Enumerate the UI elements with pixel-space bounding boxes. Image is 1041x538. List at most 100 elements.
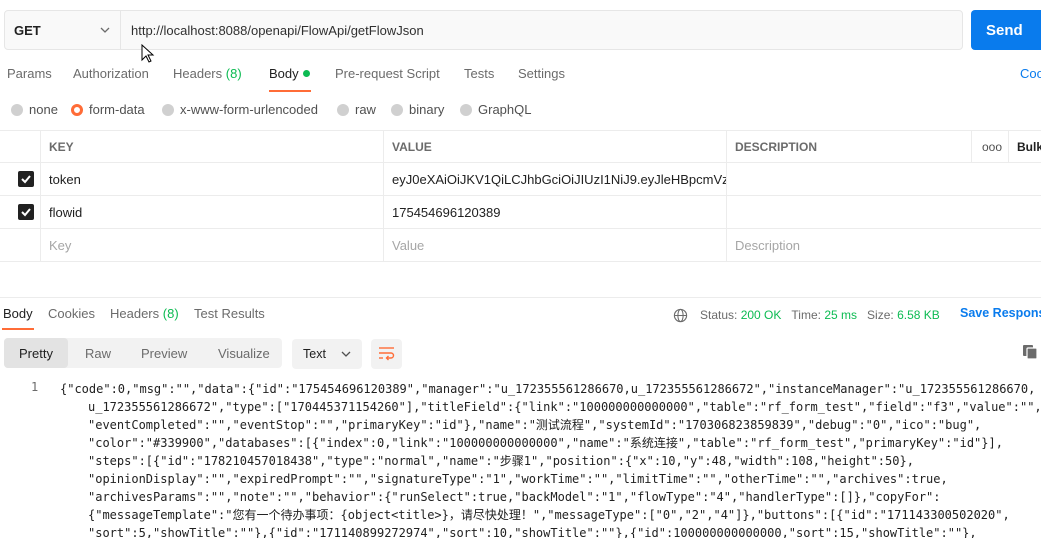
size-value: 6.58 KB (897, 308, 940, 322)
more-options-icon[interactable]: ooo (971, 131, 1008, 163)
table-row: flowid 175454696120389 (0, 196, 1041, 229)
send-button[interactable]: Send (971, 10, 1041, 50)
row-key[interactable]: token (40, 163, 383, 195)
radio-label: binary (409, 102, 445, 117)
line-number: 1 (31, 380, 39, 394)
radio-x-www-form-urlencoded[interactable]: x-www-form-urlencoded (162, 102, 318, 117)
key-header: KEY (40, 131, 383, 163)
radio-raw[interactable]: raw (337, 102, 376, 117)
description-placeholder[interactable]: Description (726, 229, 1041, 261)
request-tabs: Params Authorization Headers (8) Body Pr… (0, 66, 1041, 92)
view-visualize-button[interactable]: Visualize (218, 338, 270, 368)
status-label: Status: (700, 308, 738, 322)
tab-pre-request-script[interactable]: Pre-request Script (335, 66, 440, 81)
row-value[interactable]: eyJ0eXAiOiJKV1QiLCJhbGciOiJIUzI1NiJ9.eyJ… (383, 163, 726, 195)
radio-circle (337, 103, 349, 116)
radio-circle-selected (71, 103, 83, 116)
time-value: 25 ms (824, 308, 858, 322)
tab-params[interactable]: Params (7, 66, 52, 81)
status-value: 200 OK (740, 308, 782, 322)
check-icon (21, 208, 31, 217)
radio-form-data[interactable]: form-data (71, 102, 145, 117)
save-response-button[interactable]: Save Respons (960, 306, 1041, 320)
tab-tests[interactable]: Tests (464, 66, 494, 81)
tab-label: Tests (464, 66, 495, 81)
tab-label: Settings (518, 66, 565, 81)
code-line: "color":"#339900","databases":[{"index":… (88, 436, 1003, 450)
headers-count: (8) (162, 306, 179, 321)
code-line: "steps":[{"id":"178210457018438","type":… (88, 454, 914, 468)
code-line: "archivesParams":"","note":"","behavior"… (88, 490, 941, 504)
tab-settings[interactable]: Settings (518, 66, 565, 81)
cookies-link[interactable]: Coo (1020, 66, 1041, 81)
chevron-down-icon (341, 351, 351, 357)
tab-label: Authorization (73, 66, 149, 81)
code-line: {"code":0,"msg":"","data":{"id":"1754546… (60, 382, 1036, 396)
row-description[interactable] (726, 163, 1041, 195)
active-dot-icon (302, 70, 310, 77)
tab-label: Headers (173, 66, 223, 81)
tab-headers[interactable]: Headers (8) (173, 66, 242, 81)
row-checkbox[interactable] (18, 204, 34, 220)
value-header: VALUE (383, 131, 726, 163)
value-placeholder[interactable]: Value (383, 229, 726, 261)
radio-circle (391, 103, 403, 116)
view-preview-button[interactable]: Preview (141, 338, 187, 368)
row-key[interactable]: flowid (40, 196, 383, 228)
code-line: "opinionDisplay":"","expiredPrompt":"","… (88, 472, 948, 486)
tab-body[interactable]: Body (269, 66, 310, 81)
copy-icon[interactable] (1022, 344, 1038, 360)
time-label: Time: (791, 308, 821, 322)
tab-response-headers[interactable]: Headers (8) (110, 306, 179, 321)
radio-circle (162, 103, 174, 116)
check-icon (21, 175, 31, 184)
radio-label: none (29, 102, 58, 117)
description-header: DESCRIPTION (726, 131, 971, 163)
radio-circle (11, 103, 23, 116)
view-raw-button[interactable]: Raw (85, 338, 111, 368)
headers-count: (8) (225, 66, 242, 81)
code-line: "eventCompleted":"","eventStop":"","prim… (88, 418, 982, 432)
radio-label: GraphQL (478, 102, 532, 117)
table-row: token eyJ0eXAiOiJKV1QiLCJhbGciOiJIUzI1Ni… (0, 163, 1041, 196)
table-header-row: KEY VALUE DESCRIPTION ooo Bulk (0, 130, 1041, 163)
mouse-cursor-icon (141, 44, 155, 63)
method-select[interactable]: GET (5, 11, 121, 49)
tab-authorization[interactable]: Authorization (73, 66, 149, 81)
radio-binary[interactable]: binary (391, 102, 444, 117)
size-label: Size: (867, 308, 894, 322)
method-label: GET (14, 22, 41, 38)
format-label: Text (303, 347, 326, 361)
tab-cookies[interactable]: Cookies (48, 306, 95, 321)
row-value[interactable]: 175454696120389 (383, 196, 726, 228)
chevron-down-icon (100, 27, 110, 33)
tab-test-results[interactable]: Test Results (194, 306, 265, 321)
wrap-lines-button[interactable] (371, 339, 402, 369)
row-checkbox[interactable] (18, 171, 34, 187)
divider (0, 297, 1041, 298)
view-pretty-button[interactable]: Pretty (4, 338, 68, 368)
code-line: {"messageTemplate":"您有一个待办事项：{object<tit… (88, 508, 1010, 522)
row-description[interactable] (726, 196, 1041, 228)
tab-label: Params (7, 66, 52, 81)
tab-label: Headers (110, 306, 160, 321)
code-line: "sort":5,"showTitle":""},{"id":"17114089… (88, 526, 977, 538)
body-type-radios: none form-data x-www-form-urlencoded raw… (0, 102, 600, 120)
radio-label: x-www-form-urlencoded (180, 102, 318, 117)
table-row-empty: Key Value Description (0, 229, 1041, 262)
radio-label: raw (355, 102, 376, 117)
radio-none[interactable]: none (11, 102, 58, 117)
radio-graphql[interactable]: GraphQL (460, 102, 531, 117)
code-line: u_172355561286672","type":["170445371154… (88, 400, 1041, 414)
tab-label: Pre-request Script (335, 66, 440, 81)
tab-response-body[interactable]: Body (3, 306, 33, 321)
radio-circle (460, 103, 472, 116)
key-placeholder[interactable]: Key (40, 229, 383, 261)
url-input[interactable]: http://localhost:8088/openapi/FlowApi/ge… (121, 11, 424, 49)
active-tab-underline (269, 90, 311, 92)
tab-label: Body (269, 66, 299, 81)
format-select[interactable]: Text (292, 339, 362, 369)
globe-icon[interactable] (673, 308, 688, 323)
view-mode-toggle: Pretty Raw Preview Visualize (4, 338, 282, 368)
bulk-edit-button[interactable]: Bulk (1008, 131, 1041, 163)
